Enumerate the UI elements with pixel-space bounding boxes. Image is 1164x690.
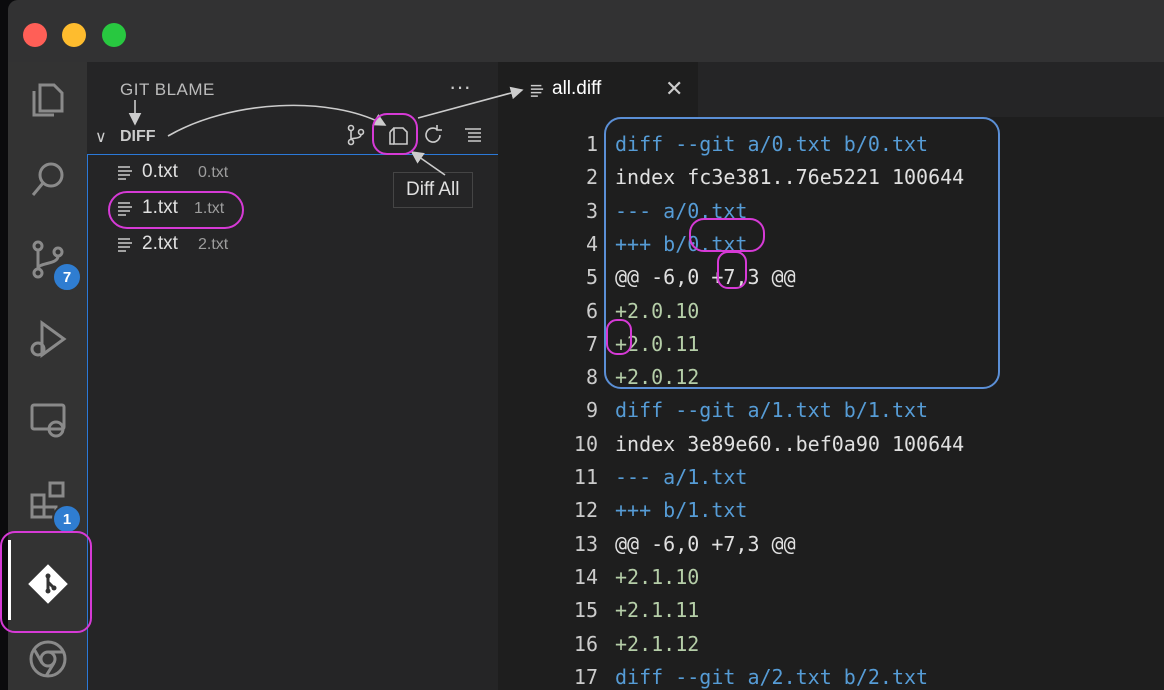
line-number: 13 — [573, 531, 598, 556]
code-editor[interactable]: 1 diff --git a/0.txt b/0.txt 2 index fc3e38… — [498, 117, 1164, 690]
line-text: +++ b/1.txt — [615, 498, 748, 523]
code-line: 2 index fc3e381..76e5221 100644 — [498, 160, 1164, 193]
more-actions-button[interactable]: ··· — [449, 74, 471, 100]
line-number: 5 — [585, 265, 598, 290]
file-lines-icon — [530, 84, 544, 97]
tab-all-diff[interactable]: all.diff ✕ — [498, 62, 698, 117]
maximize-window-button[interactable] — [102, 23, 126, 47]
source-control-badge: 7 — [52, 262, 82, 292]
vscode-window: 7 1 GIT BLAME ··· ∨ DIFF 0.txt 0.txt 1.t… — [8, 0, 1164, 690]
line-number: 9 — [585, 398, 598, 423]
line-number: 7 — [585, 331, 598, 356]
code-line: 10 index 3e89e60..bef0a90 100644 — [498, 427, 1164, 460]
line-text: +2.1.12 — [615, 631, 700, 656]
line-number: 12 — [573, 498, 598, 523]
line-number: 1 — [585, 132, 598, 156]
file-name: 1.txt — [142, 197, 178, 218]
close-icon[interactable]: ✕ — [665, 76, 683, 102]
chevron-down-icon: ∨ — [95, 129, 107, 146]
code-line: 6 +2.0.10 — [498, 294, 1164, 327]
extensions-badge: 1 — [52, 504, 82, 534]
tab-label: all.diff — [552, 78, 602, 99]
explorer-icon[interactable] — [8, 64, 87, 134]
close-window-button[interactable] — [23, 23, 47, 47]
code-line: 13 @@ -6,0 +7,3 @@ — [498, 527, 1164, 560]
line-number: 8 — [585, 365, 598, 390]
line-text: @@ -6,0 +7,3 @@ — [615, 531, 796, 556]
file-description: 0.txt — [198, 164, 229, 181]
line-text: @@ -6,0 +7,3 @@ — [615, 265, 796, 290]
code-line: 9 diff --git a/1.txt b/1.txt — [498, 393, 1164, 426]
line-text: +++ b/0.txt — [615, 231, 748, 256]
tab-bar: all.diff ✕ — [498, 62, 1164, 117]
file-tree: 0.txt 0.txt 1.txt 1.txt 2.txt 2.txt — [87, 154, 499, 690]
code-line: 12 +++ b/1.txt — [498, 493, 1164, 526]
file-lines-icon — [118, 238, 132, 252]
activity-bar: 7 1 — [8, 62, 87, 690]
editor-area: all.diff ✕ 1 diff --git a/0.txt b/0.txt 2 i… — [498, 62, 1164, 690]
line-number: 15 — [573, 598, 598, 623]
line-text: +2.1.10 — [615, 564, 700, 589]
refresh-icon[interactable] — [418, 120, 448, 150]
search-icon[interactable] — [8, 144, 87, 214]
file-lines-icon — [118, 166, 132, 180]
line-text: diff --git a/1.txt b/1.txt — [615, 398, 929, 423]
file-item[interactable]: 2.txt 2.txt — [88, 227, 498, 261]
line-text: --- a/0.txt — [615, 198, 748, 223]
code-line: 17 diff --git a/2.txt b/2.txt — [498, 660, 1164, 690]
file-name: 2.txt — [142, 233, 178, 254]
line-text: +2.0.10 — [615, 298, 700, 323]
remote-explorer-icon[interactable] — [8, 384, 87, 454]
code-line: 3 --- a/0.txt — [498, 194, 1164, 227]
title-bar — [8, 0, 1164, 62]
file-name: 0.txt — [142, 161, 178, 182]
code-line: 14 +2.1.10 — [498, 560, 1164, 593]
code-line: 1 diff --git a/0.txt b/0.txt — [498, 127, 1164, 160]
line-number: 2 — [585, 165, 598, 190]
line-text: +2.0.11 — [615, 331, 700, 356]
branch-icon[interactable] — [341, 120, 371, 150]
minimize-window-button[interactable] — [62, 23, 86, 47]
code-line: 8 +2.0.12 — [498, 360, 1164, 393]
file-description: 2.txt — [198, 236, 229, 253]
line-number: 10 — [573, 431, 598, 456]
line-number: 4 — [585, 231, 598, 256]
line-text: --- a/1.txt — [615, 465, 748, 489]
line-number: 17 — [573, 664, 598, 689]
sidebar: GIT BLAME ··· ∨ DIFF 0.txt 0.txt 1.txt 1… — [87, 62, 499, 690]
line-text: diff --git a/0.txt b/0.txt — [615, 132, 929, 156]
code-line: 11 --- a/1.txt — [498, 460, 1164, 493]
diff-section-header[interactable]: ∨ DIFF — [87, 122, 498, 152]
run-debug-icon[interactable] — [8, 304, 87, 374]
sidebar-title: GIT BLAME — [120, 80, 215, 99]
source-control-icon[interactable]: 7 — [8, 224, 87, 294]
line-number: 11 — [573, 465, 598, 489]
git-extension-icon[interactable] — [8, 544, 87, 624]
code-line: 15 +2.1.11 — [498, 593, 1164, 626]
line-number: 3 — [585, 198, 598, 223]
line-text: diff --git a/2.txt b/2.txt — [615, 664, 929, 689]
active-indicator — [8, 540, 11, 620]
section-title: DIFF — [120, 128, 156, 145]
diff-all-tooltip: Diff All — [393, 172, 473, 208]
line-text: index fc3e381..76e5221 100644 — [615, 165, 965, 190]
code-line: 4 +++ b/0.txt — [498, 227, 1164, 260]
code-line: 16 +2.1.12 — [498, 627, 1164, 660]
line-text: +2.1.11 — [615, 598, 700, 623]
line-text: +2.0.12 — [615, 365, 700, 390]
diff-all-icon[interactable] — [383, 120, 413, 150]
extensions-icon[interactable]: 1 — [8, 464, 87, 534]
file-lines-icon — [118, 202, 132, 216]
chrome-icon[interactable] — [8, 624, 87, 690]
line-number: 6 — [585, 298, 598, 323]
line-text: index 3e89e60..bef0a90 100644 — [615, 431, 965, 456]
file-description: 1.txt — [194, 200, 225, 217]
line-number: 16 — [573, 631, 598, 656]
collapse-all-icon[interactable] — [458, 120, 488, 150]
code-line: 7 +2.0.11 — [498, 327, 1164, 360]
code-line: 5 @@ -6,0 +7,3 @@ — [498, 260, 1164, 293]
line-number: 14 — [573, 564, 598, 589]
